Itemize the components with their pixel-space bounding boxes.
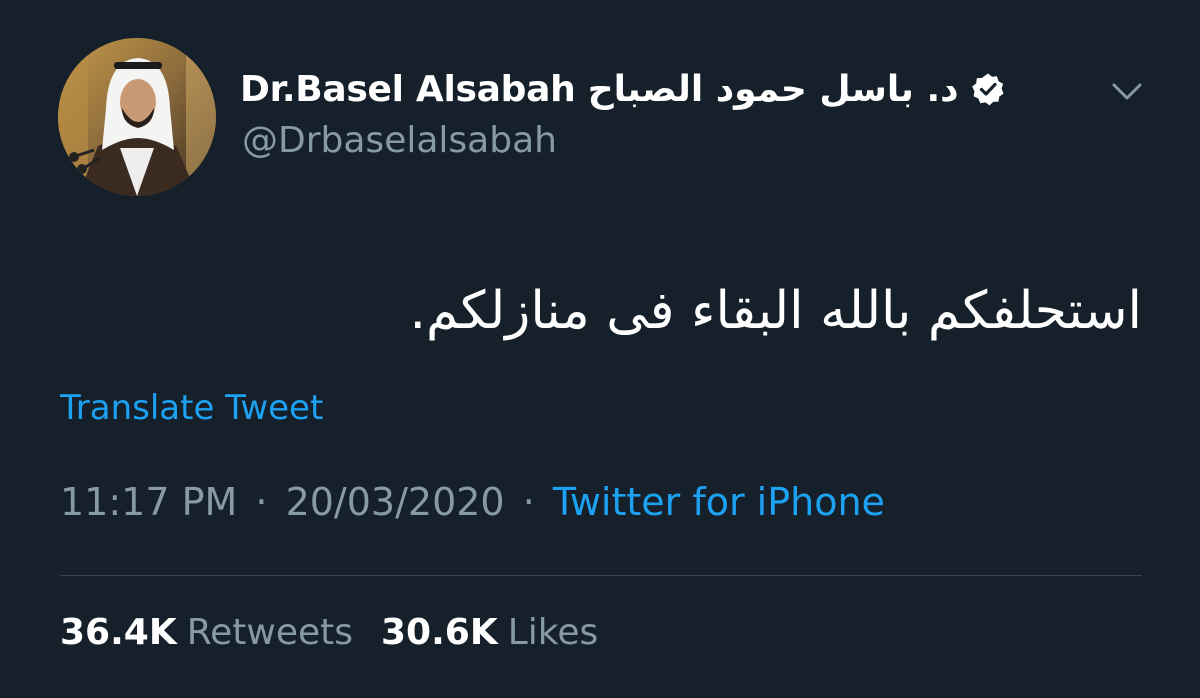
chevron-down-icon[interactable]: [1108, 72, 1146, 110]
author-display-name[interactable]: Dr.Basel Alsabah د. باسل حمود الصباح: [240, 69, 959, 110]
translate-tweet-link[interactable]: Translate Tweet: [60, 388, 323, 428]
likes-count: 30.6K: [381, 612, 498, 653]
tweet-source-link[interactable]: Twitter for iPhone: [553, 480, 885, 524]
likes-stat[interactable]: 30.6K Likes: [381, 612, 598, 653]
meta-separator: ·: [255, 480, 268, 524]
retweets-count: 36.4K: [60, 612, 177, 653]
retweets-stat[interactable]: 36.4K Retweets: [60, 612, 353, 653]
author-name-row: Dr.Basel Alsabah د. باسل حمود الصباح: [240, 64, 1005, 114]
tweet-stats: 36.4K Retweets 30.6K Likes: [60, 612, 598, 653]
verified-badge-icon: [971, 72, 1005, 106]
profile-photo-icon: [58, 38, 216, 196]
divider: [60, 575, 1142, 576]
retweets-label: Retweets: [186, 612, 353, 653]
meta-separator: ·: [522, 480, 535, 524]
likes-label: Likes: [507, 612, 599, 653]
tweet-time[interactable]: 11:17 PM: [60, 480, 237, 524]
tweet-date[interactable]: 20/03/2020: [286, 480, 505, 524]
tweet-meta: 11:17 PM · 20/03/2020 · Twitter for iPho…: [60, 480, 885, 524]
tweet-text: استحلفكم بالله البقاء فى منازلكم.: [409, 281, 1142, 341]
avatar[interactable]: [58, 38, 216, 196]
author-handle[interactable]: @Drbaselalsabah: [242, 120, 557, 161]
tweet-card: Dr.Basel Alsabah د. باسل حمود الصباح @Dr…: [0, 0, 1200, 698]
